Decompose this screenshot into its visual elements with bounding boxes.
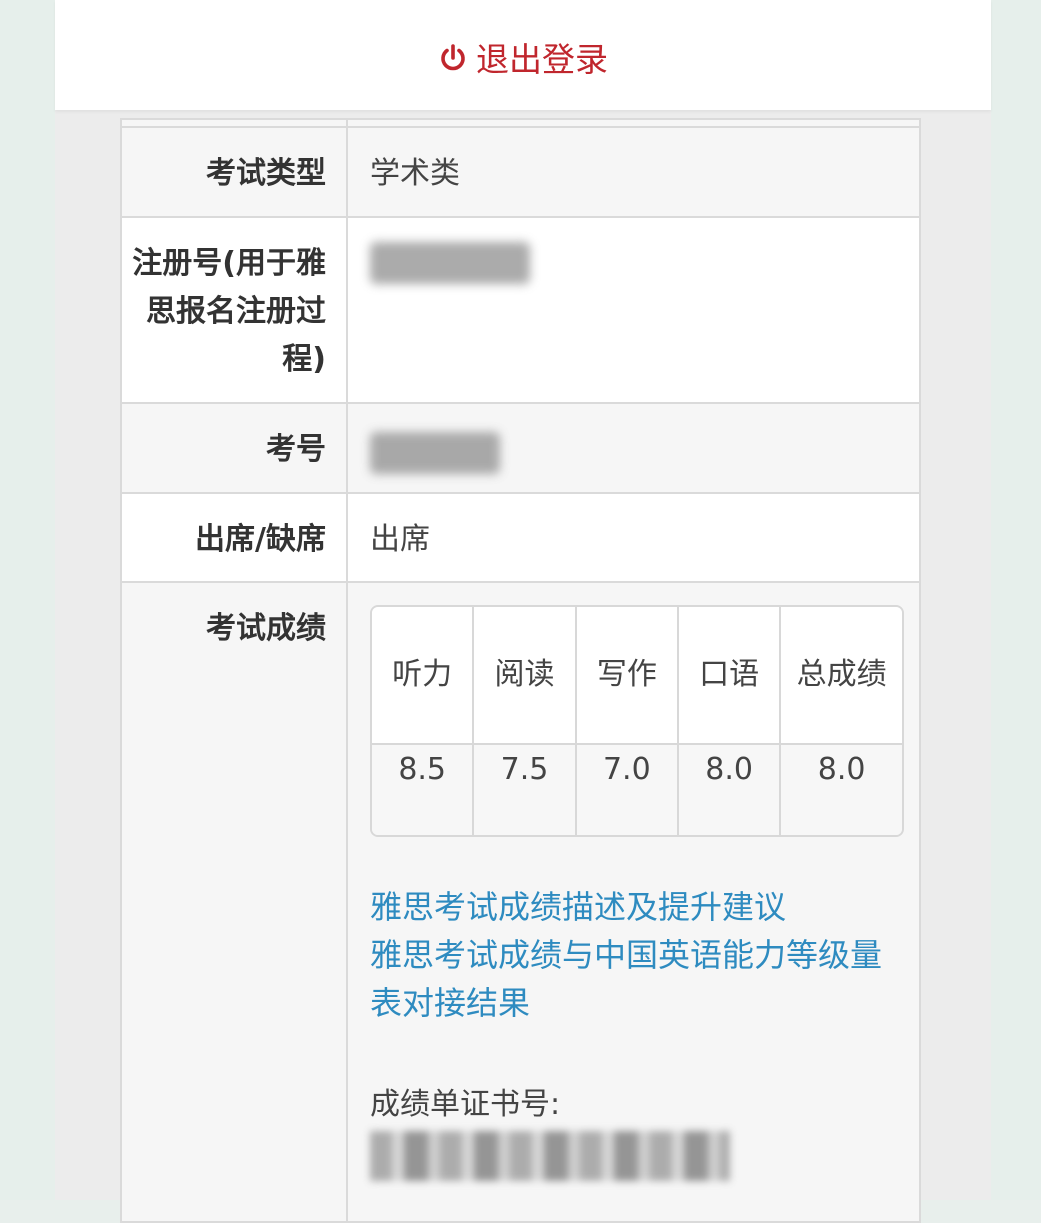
scores-label: 考试成绩	[120, 581, 348, 1223]
link-cse-alignment[interactable]: 雅思考试成绩与中国英语能力等级量表对接结果	[370, 931, 899, 1027]
redacted-registration-number	[370, 242, 530, 284]
row-attendance: 出席/缺席 出席	[120, 492, 921, 583]
candidate-number-label: 考号	[120, 402, 348, 494]
attendance-label: 出席/缺席	[120, 492, 348, 583]
row-registration-number: 注册号(用于雅思报名注册过程)	[120, 216, 921, 404]
score-value-row: 8.5 7.5 7.0 8.0 8.0	[372, 743, 902, 835]
score-header-listening: 听力	[372, 607, 475, 745]
redacted-certificate-number	[370, 1131, 730, 1181]
background-left	[0, 0, 55, 1200]
registration-number-label: 注册号(用于雅思报名注册过程)	[120, 216, 348, 404]
score-header-speaking: 口语	[676, 607, 782, 745]
attendance-value: 出席	[346, 492, 921, 583]
score-header-reading: 阅读	[472, 607, 577, 745]
scores-cell: 听力 阅读 写作 口语 总成绩 8.5 7.5 7.0 8.0 8.0 雅思考试…	[346, 581, 921, 1223]
redacted-candidate-number	[370, 432, 500, 474]
table-top-edge	[120, 118, 921, 128]
row-scores: 考试成绩 听力 阅读 写作 口语 总成绩 8.5 7.5 7.0 8.0 8.0…	[120, 581, 921, 1223]
score-links: 雅思考试成绩描述及提升建议 雅思考试成绩与中国英语能力等级量表对接结果	[370, 883, 899, 1027]
logout-bar: 退出登录	[55, 0, 991, 110]
row-candidate-number: 考号	[120, 402, 921, 494]
exam-type-label: 考试类型	[120, 126, 348, 218]
result-table: 考试类型 学术类 注册号(用于雅思报名注册过程) 考号 出席/缺席 出席 考试成…	[120, 118, 921, 1223]
row-exam-type: 考试类型 学术类	[120, 126, 921, 218]
score-writing: 7.0	[574, 743, 679, 835]
score-header-overall: 总成绩	[779, 607, 902, 745]
score-header-row: 听力 阅读 写作 口语 总成绩	[372, 607, 902, 745]
exam-type-value: 学术类	[346, 126, 921, 218]
certificate-number-label: 成绩单证书号:	[370, 1087, 561, 1122]
logout-label: 退出登录	[476, 40, 608, 79]
link-score-description[interactable]: 雅思考试成绩描述及提升建议	[370, 883, 899, 931]
score-table-wrapper: 听力 阅读 写作 口语 总成绩 8.5 7.5 7.0 8.0 8.0	[370, 605, 904, 837]
logout-button[interactable]: 退出登录	[438, 33, 608, 81]
registration-number-value	[346, 216, 921, 404]
score-speaking: 8.0	[676, 743, 782, 835]
background-right	[991, 0, 1041, 1200]
score-table: 听力 阅读 写作 口语 总成绩 8.5 7.5 7.0 8.0 8.0	[372, 607, 902, 835]
score-header-writing: 写作	[574, 607, 679, 745]
power-icon	[438, 42, 468, 72]
score-listening: 8.5	[372, 743, 475, 835]
score-reading: 7.5	[472, 743, 577, 835]
score-overall: 8.0	[779, 743, 902, 835]
candidate-number-value	[346, 402, 921, 494]
